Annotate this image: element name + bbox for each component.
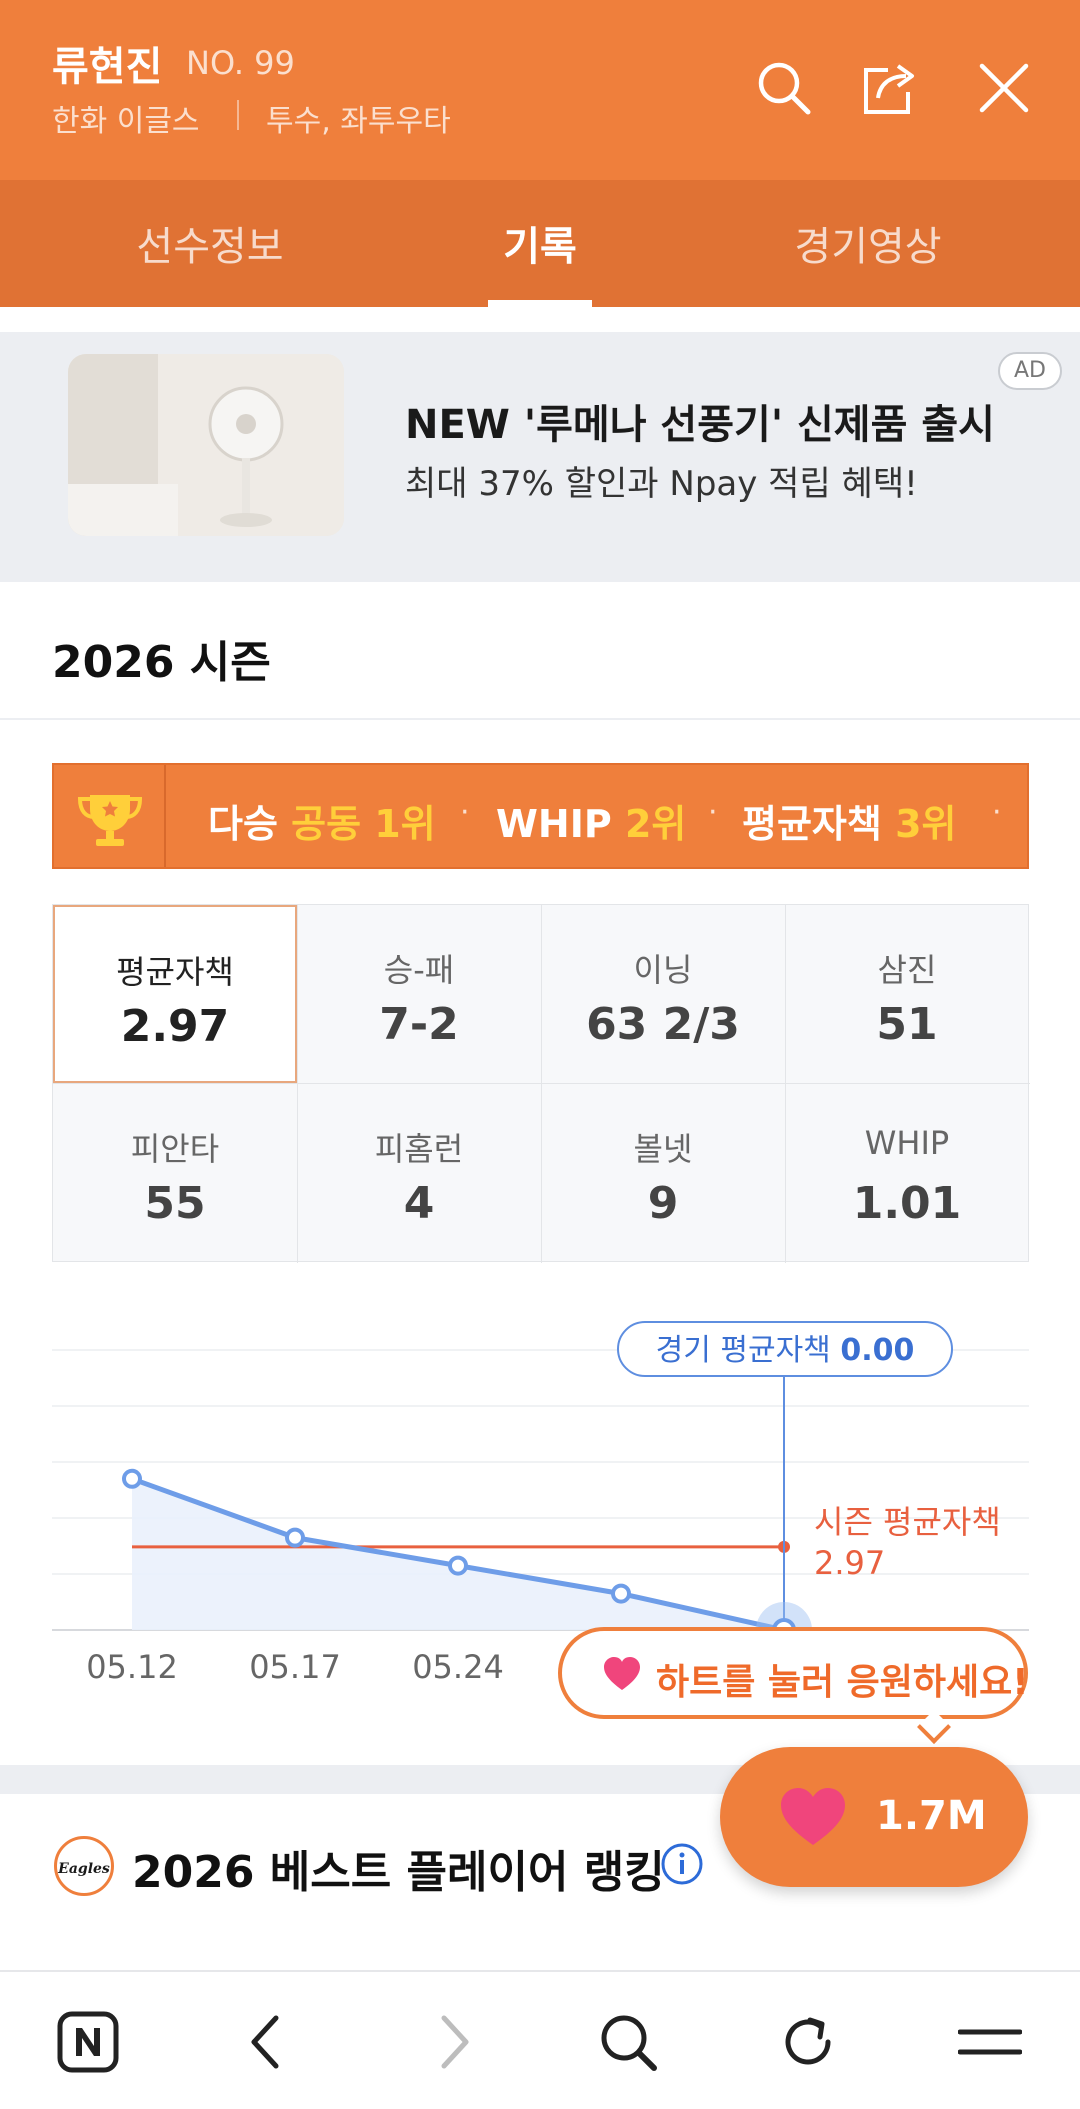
divider	[0, 718, 1080, 720]
stat-home-runs-allowed[interactable]: 피홈런 4	[297, 1084, 541, 1262]
search-icon[interactable]	[752, 56, 816, 120]
heart-icon	[781, 1788, 845, 1845]
app-header: 류현진 NO. 99 한화 이글스 투수, 좌투우타	[0, 0, 1080, 180]
divider	[237, 100, 239, 130]
ad-badge: AD	[998, 352, 1062, 390]
x-tick-label: 05.24	[412, 1648, 504, 1686]
data-point	[285, 1527, 305, 1548]
stat-win-loss[interactable]: 승-패 7-2	[297, 905, 541, 1083]
stat-walks[interactable]: 볼넷 9	[541, 1084, 785, 1262]
cheer-text: 하트를 눌러 응원하세요!	[656, 1662, 1029, 1703]
ad-banner[interactable]: NEW '루메나 선풍기' 신제품 출시 최대 37% 할인과 Npay 적립 …	[0, 332, 1080, 556]
x-tick-label: 05.17	[249, 1648, 341, 1686]
stat-whip[interactable]: WHIP 1.01	[785, 1084, 1029, 1262]
separator-dot: ·	[460, 795, 470, 830]
separator-dot: ·	[708, 795, 718, 830]
heart-count: 1.7M	[876, 1793, 987, 1839]
stat-label: 볼넷	[633, 1130, 693, 1168]
stat-value: 2.97	[120, 1001, 230, 1052]
close-icon[interactable]	[972, 56, 1036, 120]
team-name: 한화 이글스	[52, 104, 200, 139]
svg-text:Eagles: Eagles	[57, 1861, 110, 1877]
heart-icon	[604, 1657, 640, 1690]
stat-label: 이닝	[633, 951, 693, 989]
data-point	[122, 1468, 142, 1489]
menu-icon[interactable]	[958, 2010, 1022, 2074]
data-point	[448, 1555, 468, 1576]
stat-label: 승-패	[383, 951, 455, 989]
stat-label: 피홈런	[374, 1130, 464, 1168]
info-icon[interactable]	[660, 1842, 704, 1886]
trophy-box	[54, 765, 166, 867]
stat-value: 63 2/3	[586, 999, 740, 1050]
stat-value: 7-2	[379, 999, 459, 1050]
stat-label: 평균자책	[116, 953, 234, 991]
ad-image	[68, 354, 344, 536]
team-logo: Eagles	[54, 1836, 114, 1896]
tooltip-value: 0.00	[840, 1333, 914, 1368]
stats-grid: 평균자책 2.97 승-패 7-2 이닝 63 2/3 삼진 51 피안타 55…	[52, 904, 1030, 1263]
stat-value: 55	[144, 1178, 206, 1229]
tab-player-info[interactable]: 선수정보	[110, 214, 310, 272]
section-title: 2026 베스트 플레이어 랭킹	[132, 1847, 665, 1898]
stat-label: 피안타	[130, 1130, 220, 1168]
ad-description: 최대 37% 할인과 Npay 적립 혜택!	[405, 464, 918, 504]
player-position: 투수, 좌투우타	[266, 104, 451, 139]
stat-strikeouts[interactable]: 삼진 51	[785, 905, 1029, 1083]
back-icon[interactable]	[236, 2010, 300, 2074]
trophy-icon	[77, 795, 143, 846]
stat-value: 51	[876, 999, 938, 1050]
rank-era: 평균자책 3위	[742, 802, 957, 846]
search-icon[interactable]	[596, 2010, 660, 2074]
season-title: 2026 시즌	[52, 637, 271, 688]
naver-home-icon[interactable]	[56, 2010, 120, 2074]
stat-value: 9	[647, 1178, 679, 1229]
share-icon[interactable]	[858, 56, 922, 120]
stat-label: 삼진	[877, 951, 937, 989]
forward-icon[interactable]	[420, 2010, 484, 2074]
stat-value: 1.01	[852, 1178, 962, 1229]
ad-title: NEW '루메나 선풍기' 신제품 출시	[405, 402, 995, 448]
stat-hits-allowed[interactable]: 피안타 55	[53, 1084, 297, 1262]
stat-era[interactable]: 평균자책 2.97	[53, 905, 297, 1083]
game-era-tooltip-text: 경기 평균자책 0.00	[656, 1333, 915, 1368]
section-divider	[0, 556, 1080, 582]
tab-bar: 선수정보 기록 경기영상	[0, 180, 1080, 307]
active-tab-indicator	[488, 300, 592, 307]
stat-value: 4	[403, 1178, 435, 1229]
tab-records[interactable]: 기록	[440, 214, 640, 272]
stat-innings[interactable]: 이닝 63 2/3	[541, 905, 785, 1083]
tooltip-label: 경기 평균자책	[656, 1333, 841, 1368]
season-average-label: 시즌 평균자책	[814, 1503, 1001, 1541]
ranking-banner[interactable]: 다승 공동 1위 · WHIP 2위 · 평균자책 3위 ·	[52, 763, 1029, 869]
tab-game-video[interactable]: 경기영상	[768, 214, 968, 272]
rank-whip: WHIP 2위	[496, 802, 687, 846]
player-number: NO. 99	[186, 44, 295, 82]
cheer-tooltip: 하트를 눌러 응원하세요!	[558, 1627, 1029, 1719]
stat-label: WHIP	[864, 1124, 950, 1162]
season-average-value: 2.97	[814, 1544, 885, 1582]
x-tick-label: 05.12	[86, 1648, 178, 1686]
browser-bottom-nav	[0, 1970, 1080, 2109]
heart-cheer-button[interactable]: 1.7M	[720, 1747, 1028, 1887]
data-point	[611, 1583, 631, 1604]
separator-dot: ·	[992, 795, 1002, 830]
rank-wins: 다승 공동 1위	[208, 802, 436, 846]
player-name: 류현진	[52, 44, 163, 90]
refresh-icon[interactable]	[776, 2010, 840, 2074]
